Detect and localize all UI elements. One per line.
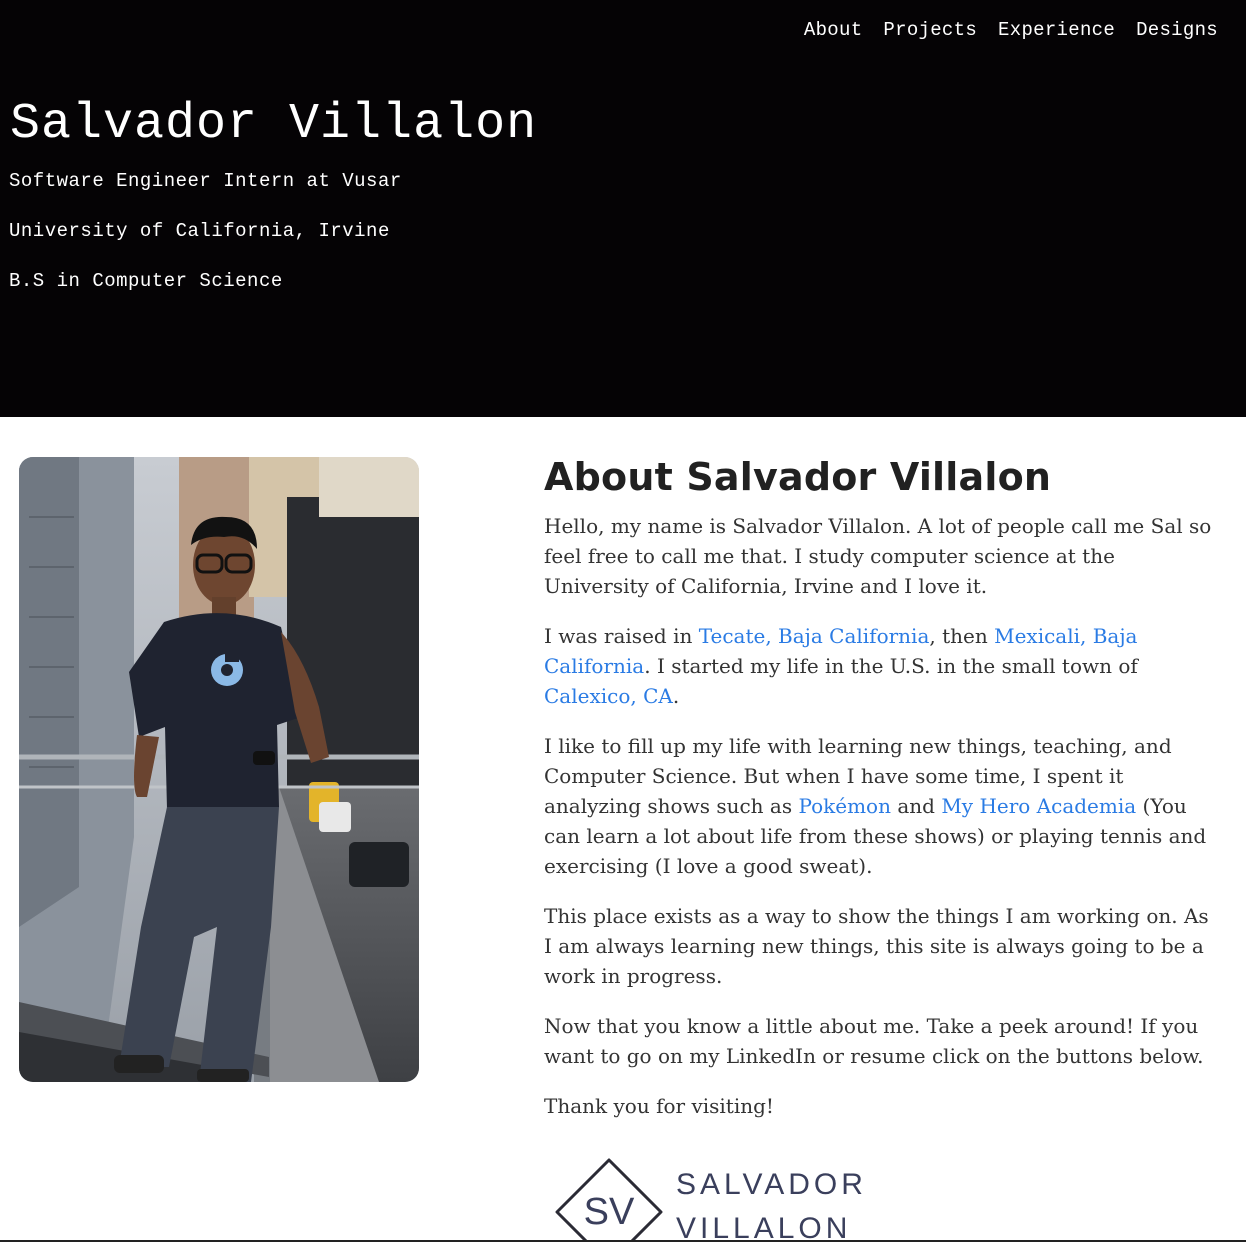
hero-school: University of California, Irvine bbox=[9, 220, 390, 242]
top-nav: About Projects Experience Designs bbox=[804, 19, 1218, 41]
logo-monogram: SV bbox=[584, 1191, 635, 1233]
about-text: . I started my life in the U.S. in the s… bbox=[644, 654, 1138, 678]
logo-line1: SALVADOR bbox=[676, 1168, 867, 1201]
about-text: and bbox=[890, 794, 942, 818]
sv-logo: SV SALVADOR VILLALON bbox=[548, 1146, 868, 1246]
about-text: . bbox=[672, 684, 680, 708]
logo-line2: VILLALON bbox=[676, 1212, 851, 1242]
about-paragraph-hobbies: I like to fill up my life with learning … bbox=[544, 731, 1214, 881]
about-paragraph-intro: Hello, my name is Salvador Villalon. A l… bbox=[544, 514, 1212, 598]
about-paragraph-hometown: I was raised in Tecate, Baja California,… bbox=[544, 621, 1214, 711]
sv-monogram-logo-icon: SV SALVADOR VILLALON bbox=[555, 1158, 867, 1246]
link-calexico[interactable]: Calexico, CA bbox=[544, 684, 673, 708]
about-paragraph-purpose: This place exists as a way to show the t… bbox=[544, 904, 1209, 988]
about-paragraph-cta: Now that you know a little about me. Tak… bbox=[544, 1014, 1204, 1068]
nav-link-projects[interactable]: Projects bbox=[883, 19, 977, 41]
about-text: I was raised in bbox=[544, 624, 699, 648]
link-tecate[interactable]: Tecate, Baja California bbox=[699, 624, 930, 648]
hero-header: About Projects Experience Designs Salvad… bbox=[0, 0, 1246, 417]
nav-link-about[interactable]: About bbox=[804, 19, 863, 41]
nav-link-designs[interactable]: Designs bbox=[1136, 19, 1218, 41]
profile-photo bbox=[19, 457, 419, 1082]
about-section: About Salvador Villalon Hello, my name i… bbox=[544, 455, 1214, 1141]
about-paragraph-thanks: Thank you for visiting! bbox=[544, 1094, 774, 1118]
link-pokemon[interactable]: Pokémon bbox=[798, 794, 891, 818]
about-heading: About Salvador Villalon bbox=[544, 455, 1052, 499]
hero-role: Software Engineer Intern at Vusar bbox=[9, 170, 402, 192]
hero-degree: B.S in Computer Science bbox=[9, 270, 283, 292]
link-my-hero-academia[interactable]: My Hero Academia bbox=[941, 794, 1136, 818]
about-text: , then bbox=[929, 624, 995, 648]
nav-link-experience[interactable]: Experience bbox=[998, 19, 1115, 41]
person-photo-icon bbox=[19, 457, 419, 1082]
hero-name: Salvador Villalon bbox=[10, 96, 538, 153]
